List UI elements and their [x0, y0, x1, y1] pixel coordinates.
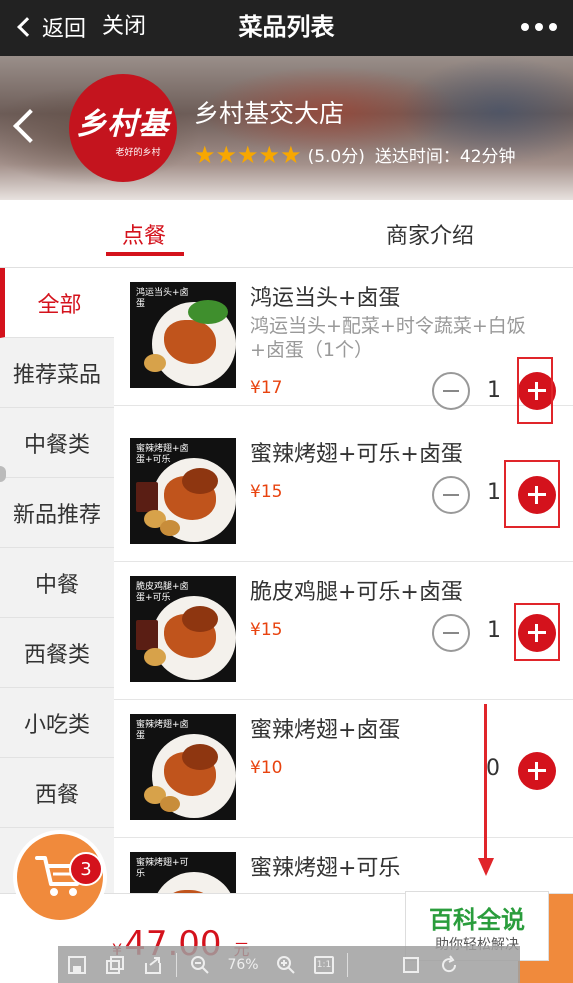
shop-name: 乡村基交大店: [194, 99, 345, 128]
category-all[interactable]: 全部: [0, 268, 114, 338]
decrease-button[interactable]: [432, 614, 470, 652]
star-icon: ★: [194, 140, 216, 169]
dish-image: 脆皮鸡腿+卤蛋+可乐: [130, 576, 236, 682]
dish-image-caption: 蜜辣烤翅+可乐: [136, 858, 189, 879]
category-snacks[interactable]: 小吃类: [0, 688, 114, 758]
chevron-left-icon: [17, 17, 37, 37]
highlight-box: [504, 460, 560, 528]
dish-name: 蜜辣烤翅+卤蛋: [250, 718, 401, 743]
star-icon: ★: [258, 140, 281, 169]
category-chinese-meals[interactable]: 中餐类: [0, 408, 114, 478]
dish-price: ¥10: [250, 758, 283, 778]
tab-bar: 点餐 商家介绍: [0, 200, 573, 268]
category-chinese[interactable]: 中餐: [0, 548, 114, 618]
dish-list: 鸿运当头+卤蛋 鸿运当头+卤蛋 鸿运当头+配菜+时令蔬菜+白饭+卤蛋（1个） ¥…: [114, 268, 573, 983]
more-menu-icon[interactable]: [521, 12, 557, 42]
close-button[interactable]: 关闭: [102, 10, 146, 44]
dish-price: ¥17: [250, 378, 283, 398]
dish-name: 脆皮鸡腿+可乐+卤蛋: [250, 580, 463, 605]
category-western[interactable]: 西餐: [0, 758, 114, 828]
logo-slogan: 老好的乡村: [115, 147, 161, 158]
app-root: 返回 关闭 菜品列表 乡村基 老好的乡村 乡村基交大店 ★ ★ ★ ★ ★ (5…: [0, 0, 573, 983]
shop-logo: 乡村基 老好的乡村: [69, 74, 177, 182]
dish-quantity: 1: [487, 618, 501, 643]
star-icon: ★: [280, 140, 302, 169]
dish-price: ¥15: [250, 620, 283, 640]
rotate-icon[interactable]: [430, 946, 468, 983]
dish-item: 鸿运当头+卤蛋 鸿运当头+卤蛋 鸿运当头+配菜+时令蔬菜+白饭+卤蛋（1个） ¥…: [114, 268, 573, 424]
dish-image: 蜜辣烤翅+卤蛋: [130, 714, 236, 820]
increase-button[interactable]: [518, 752, 556, 790]
dish-name: 蜜辣烤翅+可乐: [250, 856, 401, 881]
dish-quantity: 1: [487, 480, 501, 505]
dish-item: 蜜辣烤翅+卤蛋+可乐 蜜辣烤翅+可乐+卤蛋 ¥15 1: [114, 424, 573, 562]
zoom-out-icon[interactable]: [181, 946, 219, 983]
back-label: 返回: [42, 17, 87, 42]
category-western-meals[interactable]: 西餐类: [0, 618, 114, 688]
tab-shop-intro[interactable]: 商家介绍: [386, 218, 474, 250]
active-tab-indicator: [106, 252, 184, 256]
watermark-title: 百科全说: [429, 906, 525, 934]
star-icon: ★: [237, 140, 259, 169]
annotation-arrow-line: [484, 704, 487, 860]
dish-image-caption: 鸿运当头+卤蛋: [136, 288, 189, 309]
top-nav-bar: 返回 关闭 菜品列表: [0, 0, 573, 56]
highlight-box: [517, 357, 553, 424]
shop-header: 乡村基 老好的乡村 乡村基交大店 ★ ★ ★ ★ ★ (5.0分) 送达时间：4…: [0, 56, 573, 200]
zoom-level: 76%: [227, 956, 259, 973]
logo-text: 乡村基: [76, 106, 170, 142]
share-icon[interactable]: [134, 946, 172, 983]
dish-image: 蜜辣烤翅+卤蛋+可乐: [130, 438, 236, 544]
dish-item: 脆皮鸡腿+卤蛋+可乐 脆皮鸡腿+可乐+卤蛋 ¥15 1: [114, 562, 573, 700]
delivery-time: 送达时间：42分钟: [374, 147, 516, 167]
dish-image: 鸿运当头+卤蛋: [130, 282, 236, 388]
highlight-box: [514, 603, 560, 661]
zoom-in-icon[interactable]: [267, 946, 305, 983]
rating-score: (5.0分): [307, 147, 365, 167]
shop-rating: ★ ★ ★ ★ ★ (5.0分) 送达时间：42分钟: [194, 140, 516, 169]
category-new[interactable]: 新品推荐: [0, 478, 114, 548]
copy-icon[interactable]: [96, 946, 134, 983]
category-recommended[interactable]: 推荐菜品: [0, 338, 114, 408]
tab-order[interactable]: 点餐: [122, 218, 166, 250]
annotation-arrow-head: [478, 858, 494, 876]
decrease-button[interactable]: [432, 372, 470, 410]
dish-image-caption: 蜜辣烤翅+卤蛋+可乐: [136, 444, 189, 465]
actual-size-button[interactable]: 1:1: [305, 946, 343, 983]
dish-price: ¥15: [250, 482, 283, 502]
dish-item: 蜜辣烤翅+卤蛋 蜜辣烤翅+卤蛋 ¥10 0: [114, 700, 573, 838]
dish-description: 鸿运当头+配菜+时令蔬菜+白饭+卤蛋（1个）: [250, 315, 526, 361]
cart-count-badge: 3: [69, 852, 103, 886]
image-viewer-toolbar: 76% 1:1: [58, 946, 520, 983]
back-button[interactable]: 返回: [14, 10, 86, 44]
dish-quantity: 0: [486, 756, 500, 781]
dish-name: 鸿运当头+卤蛋: [250, 286, 401, 311]
dish-name: 蜜辣烤翅+可乐+卤蛋: [250, 442, 463, 467]
dish-image-caption: 蜜辣烤翅+卤蛋: [136, 720, 189, 741]
decrease-button[interactable]: [432, 476, 470, 514]
save-icon[interactable]: [58, 946, 96, 983]
fit-screen-icon[interactable]: [392, 946, 430, 983]
star-icon: ★: [215, 140, 238, 169]
dish-image-caption: 脆皮鸡腿+卤蛋+可乐: [136, 582, 189, 603]
dish-quantity: 1: [487, 378, 501, 403]
